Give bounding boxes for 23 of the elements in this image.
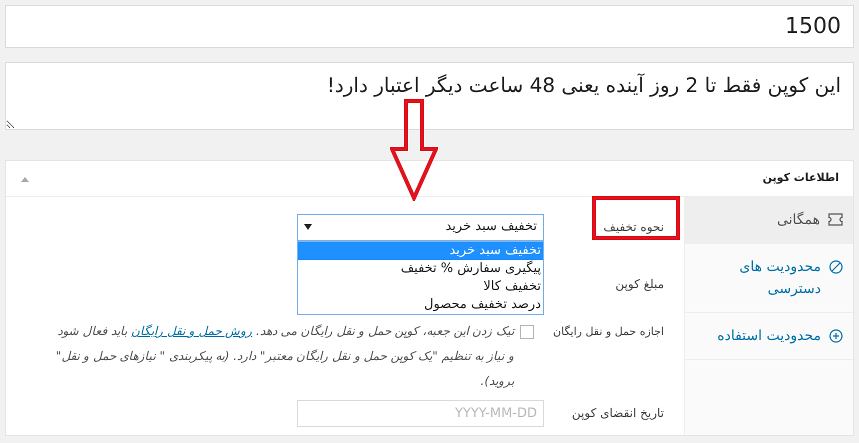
discount-type-select[interactable]: تخفیف سبد خرید [297,214,544,240]
caret-icon [304,224,312,230]
shipping-method-link[interactable]: روش حمل و نقل رایگان [130,324,252,338]
expiry-date-input[interactable]: YYYY-MM-DD [297,400,544,426]
dropdown-option[interactable]: درصد تخفیف محصول [298,296,543,314]
ticket-icon [828,213,843,226]
toggle-icon[interactable] [20,174,30,182]
free-shipping-checkbox[interactable] [520,325,534,339]
amount-input[interactable]: 1500 [5,5,854,48]
field-label: تاریخ انقضای کوپن [570,405,665,422]
field-label: اجازه حمل و نقل رایگان [552,324,665,340]
field-label: مبلغ کوپن [614,276,665,293]
free-shipping-description: تیک زدن این جعبه، کوپن حمل و نقل رایگان می دهد. روش حمل و نقل رایگان باید فعال شود و نیاز به تنظیم "یک کوپن حمل و نقل رایگان معتبر" دارد. (به پیکربندی " نیازهای حمل و نقل" بروید). [54,323,514,390]
field-label: نحوه تخفیف [602,219,665,236]
blocked-icon [829,260,843,274]
dropdown-option[interactable]: پیگیری سفارش % تخفیف [298,260,543,278]
sidebar-tab[interactable]: محدودیت های دسترسی [685,244,853,313]
sidebar-tab[interactable]: محدودیت استفاده [685,313,853,360]
dropdown-option[interactable]: تخفیف کالا [298,278,543,296]
description-textarea[interactable]: این کوپن فقط تا 2 روز آینده یعنی 48 ساعت دیگر اعتبار دارد! [5,62,854,130]
sidebar-tab[interactable]: همگانی [685,197,853,244]
plus-circle-icon [829,329,843,343]
panel-title: اطلاعات کوپن [762,170,839,186]
